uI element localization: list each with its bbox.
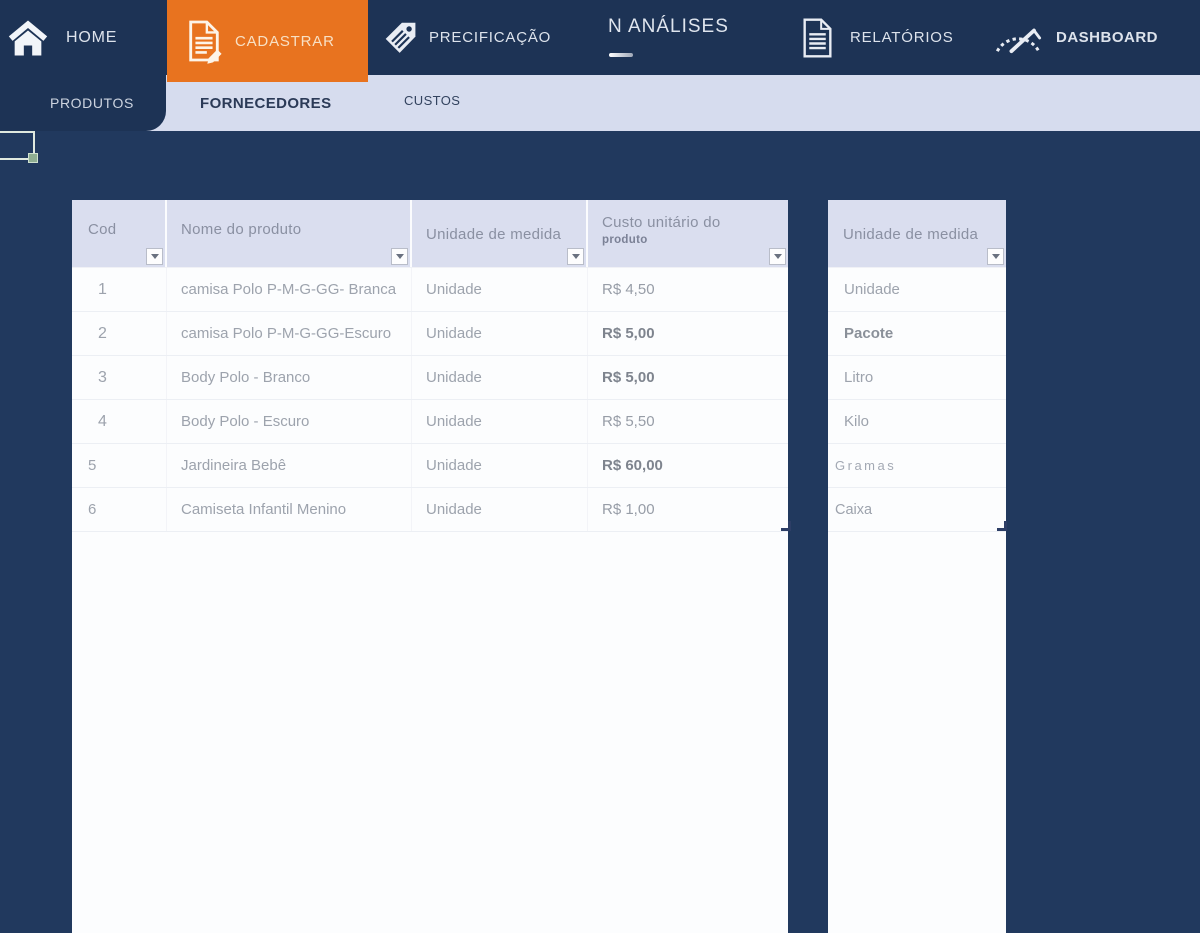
table-row[interactable]: Litro	[828, 356, 1006, 400]
cell-cod[interactable]: 4	[72, 400, 167, 443]
cell-cod[interactable]: 5	[72, 444, 167, 487]
cell-unidade[interactable]: Unidade	[412, 444, 588, 487]
filter-button[interactable]	[391, 248, 408, 265]
cell-nome[interactable]: Body Polo - Escuro	[167, 400, 412, 443]
tab-label: PRODUTOS	[50, 95, 134, 111]
column-header-label: Custo unitário do	[602, 214, 721, 231]
cell-unidade[interactable]: Unidade	[412, 312, 588, 355]
cell-nome[interactable]: Body Polo - Branco	[167, 356, 412, 399]
table-row[interactable]: 2 camisa Polo P-M-G-GG-Escuro Unidade R$…	[72, 312, 788, 356]
column-header-unidade-medida: Unidade de medida	[828, 200, 1006, 267]
nav-label: DASHBOARD	[1056, 29, 1158, 46]
cell-custo[interactable]: R$ 4,50	[588, 268, 788, 311]
table-row[interactable]: Unidade	[828, 268, 1006, 312]
nav-label: N ANÁLISES	[608, 16, 729, 38]
table-resize-handle[interactable]	[997, 521, 1007, 531]
filter-dropdown-icon	[396, 254, 404, 259]
cell-unidade[interactable]: Unidade	[412, 488, 588, 531]
gauge-icon	[985, 22, 1044, 54]
cell-unidade[interactable]: Unidade	[412, 400, 588, 443]
cell-unidade[interactable]: Unidade	[412, 356, 588, 399]
home-icon	[0, 17, 48, 59]
nav-label: HOME	[66, 29, 117, 47]
cell-nome[interactable]: camisa Polo P-M-G-GG- Branca	[167, 268, 412, 311]
table-row[interactable]: 3 Body Polo - Branco Unidade R$ 5,00	[72, 356, 788, 400]
tab-custos[interactable]: CUSTOS	[404, 75, 460, 125]
products-table-header: Cod Nome do produto Unidade de medida Cu…	[72, 200, 788, 268]
table-row[interactable]: 6 Camiseta Infantil Menino Unidade R$ 1,…	[72, 488, 788, 532]
report-icon	[795, 16, 835, 60]
cell-unidade[interactable]: Gramas	[828, 444, 1006, 487]
table-row[interactable]: Gramas	[828, 444, 1006, 488]
filter-button[interactable]	[567, 248, 584, 265]
units-table-header: Unidade de medida	[828, 200, 1006, 268]
filter-dropdown-icon	[992, 254, 1000, 259]
cell-nome[interactable]: Jardineira Bebê	[167, 444, 412, 487]
nav-item-cadastrar[interactable]: CADASTRAR	[167, 0, 368, 82]
column-header-label: Cod	[88, 221, 116, 238]
table-row[interactable]: 1 camisa Polo P-M-G-GG- Branca Unidade R…	[72, 268, 788, 312]
units-table: Unidade de medida Unidade Pacote Litro K…	[828, 200, 1006, 933]
nav-item-relatorios[interactable]: RELATÓRIOS	[795, 0, 960, 75]
active-nav-underline	[609, 53, 633, 57]
nav-label: PRECIFICAÇÃO	[429, 29, 551, 46]
nav-label: RELATÓRIOS	[850, 29, 954, 46]
cell-cod[interactable]: 3	[72, 356, 167, 399]
cell-custo[interactable]: R$ 5,00	[588, 356, 788, 399]
cell-unidade[interactable]: Caixa	[828, 488, 1006, 531]
cell-custo[interactable]: R$ 1,00	[588, 488, 788, 531]
filter-button[interactable]	[146, 248, 163, 265]
cell-cod[interactable]: 2	[72, 312, 167, 355]
document-edit-icon	[167, 18, 223, 64]
nav-label: CADASTRAR	[235, 33, 335, 50]
column-header-sublabel: produto	[602, 234, 788, 246]
nav-item-analises[interactable]: N ANÁLISES	[595, 0, 745, 75]
cell-custo[interactable]: R$ 5,50	[588, 400, 788, 443]
cell-custo[interactable]: R$ 60,00	[588, 444, 788, 487]
cell-cod[interactable]: 1	[72, 268, 167, 311]
tab-produtos[interactable]: PRODUTOS	[0, 75, 166, 131]
column-header-cod: Cod	[72, 200, 167, 267]
table-row[interactable]: Caixa	[828, 488, 1006, 532]
nav-item-home[interactable]: HOME	[0, 0, 165, 75]
filter-button[interactable]	[769, 248, 786, 265]
products-table: Cod Nome do produto Unidade de medida Cu…	[72, 200, 788, 933]
column-header-label: Unidade de medida	[426, 226, 561, 243]
table-resize-handle[interactable]	[781, 521, 791, 531]
filter-dropdown-icon	[572, 254, 580, 259]
cell-unidade[interactable]: Unidade	[828, 268, 1006, 311]
table-row[interactable]: Kilo	[828, 400, 1006, 444]
column-header-label: Nome do produto	[181, 221, 301, 238]
nav-item-precificacao[interactable]: PRECIFICAÇÃO	[378, 0, 563, 75]
nav-item-dashboard[interactable]: DASHBOARD	[985, 0, 1175, 75]
price-tag-icon	[378, 19, 419, 57]
filter-dropdown-icon	[151, 254, 159, 259]
fill-handle[interactable]	[28, 153, 38, 163]
cell-cod[interactable]: 6	[72, 488, 167, 531]
cell-unidade[interactable]: Unidade	[412, 268, 588, 311]
tab-label: FORNECEDORES	[200, 95, 331, 112]
cell-nome[interactable]: camisa Polo P-M-G-GG-Escuro	[167, 312, 412, 355]
column-header-custo: Custo unitário do produto	[588, 200, 788, 267]
table-row[interactable]: Pacote	[828, 312, 1006, 356]
table-row[interactable]: 4 Body Polo - Escuro Unidade R$ 5,50	[72, 400, 788, 444]
top-navbar: HOME CADASTRAR PRECIFICAÇÃO N ANÁLISES	[0, 0, 1200, 75]
column-header-unidade: Unidade de medida	[412, 200, 588, 267]
cell-unidade[interactable]: Pacote	[828, 312, 1006, 355]
cell-unidade[interactable]: Kilo	[828, 400, 1006, 443]
column-header-label: Unidade de medida	[843, 226, 978, 243]
sheet-tabstrip: PRODUTOS FORNECEDORES CUSTOS	[0, 75, 1200, 131]
filter-button[interactable]	[987, 248, 1004, 265]
tab-fornecedores[interactable]: FORNECEDORES	[200, 75, 331, 131]
active-cell-indicator[interactable]	[0, 131, 35, 160]
cell-custo[interactable]: R$ 5,00	[588, 312, 788, 355]
cell-nome[interactable]: Camiseta Infantil Menino	[167, 488, 412, 531]
column-header-nome: Nome do produto	[167, 200, 412, 267]
tab-label: CUSTOS	[404, 93, 460, 108]
table-row[interactable]: 5 Jardineira Bebê Unidade R$ 60,00	[72, 444, 788, 488]
filter-dropdown-icon	[774, 254, 782, 259]
cell-unidade[interactable]: Litro	[828, 356, 1006, 399]
